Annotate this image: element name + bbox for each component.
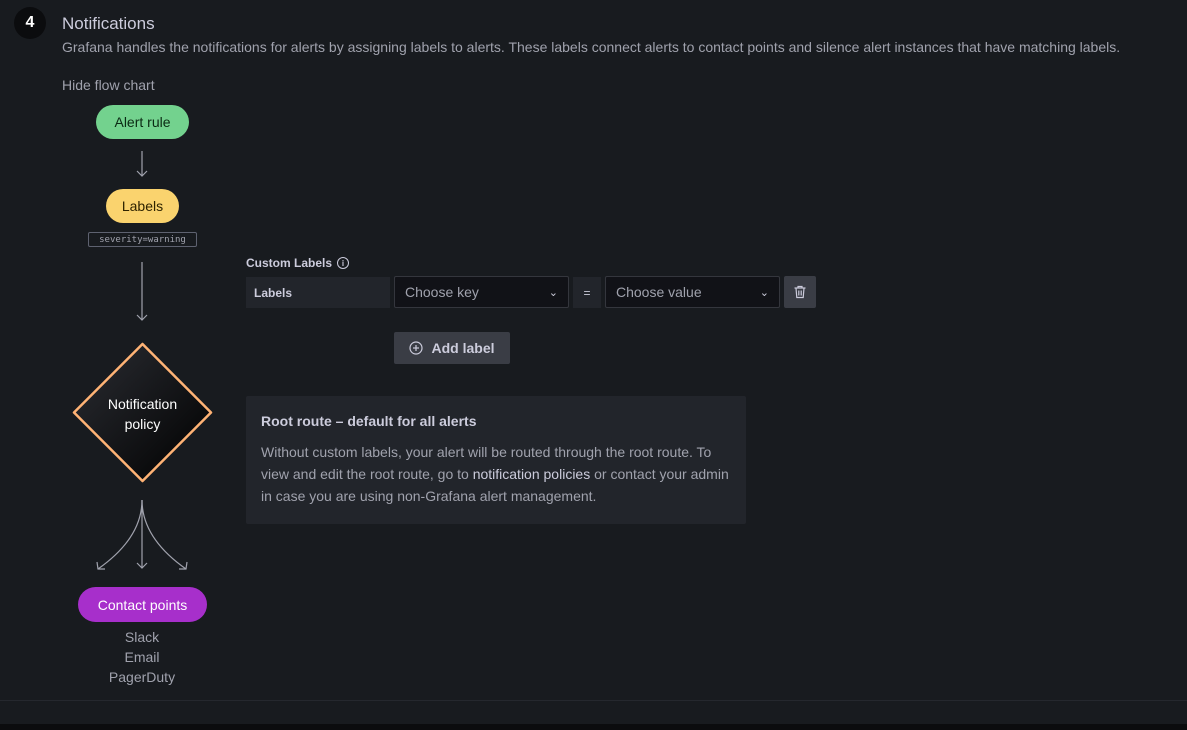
chevron-down-icon: ⌄	[548, 286, 558, 299]
delete-label-button[interactable]	[784, 276, 816, 308]
flow-alert-rule: Alert rule	[96, 105, 189, 139]
plus-circle-icon	[409, 341, 424, 355]
contact-email: Email	[124, 649, 160, 665]
custom-labels-text: Custom Labels	[246, 256, 333, 270]
flow-contact-points: Contact points	[78, 587, 207, 622]
contact-slack: Slack	[124, 629, 160, 645]
choose-value-placeholder: Choose value	[616, 284, 702, 300]
contact-list: Slack Email PagerDuty	[92, 627, 192, 687]
chevron-down-icon: ⌄	[759, 286, 769, 299]
contact-pagerduty: PagerDuty	[108, 669, 176, 685]
root-route-info-box: Root route – default for all alerts With…	[246, 396, 746, 524]
add-label-button[interactable]: Add label	[394, 332, 510, 364]
info-box-body: Without custom labels, your alert will b…	[261, 441, 731, 507]
policy-line-2: policy	[124, 416, 161, 432]
bottom-bar	[0, 724, 1187, 730]
add-label-text: Add label	[431, 340, 495, 356]
choose-value-select[interactable]: Choose value ⌄	[605, 276, 780, 308]
trash-icon	[794, 285, 806, 299]
notification-policies-link[interactable]: notification policies	[473, 466, 591, 482]
info-box-title: Root route – default for all alerts	[261, 413, 477, 429]
labels-row-label: Labels	[246, 277, 390, 308]
notification-policy-label: Notification policy	[72, 394, 213, 434]
choose-key-select[interactable]: Choose key ⌄	[394, 276, 569, 308]
flow-labels: Labels	[106, 189, 179, 223]
policy-line-1: Notification	[107, 396, 178, 412]
choose-key-placeholder: Choose key	[405, 284, 479, 300]
equals-operator: =	[573, 277, 601, 308]
custom-labels-title: Custom Labels i	[246, 256, 350, 270]
label-example-chip: severity=warning	[88, 232, 197, 247]
info-icon[interactable]: i	[337, 257, 350, 269]
section-divider	[0, 700, 1187, 701]
